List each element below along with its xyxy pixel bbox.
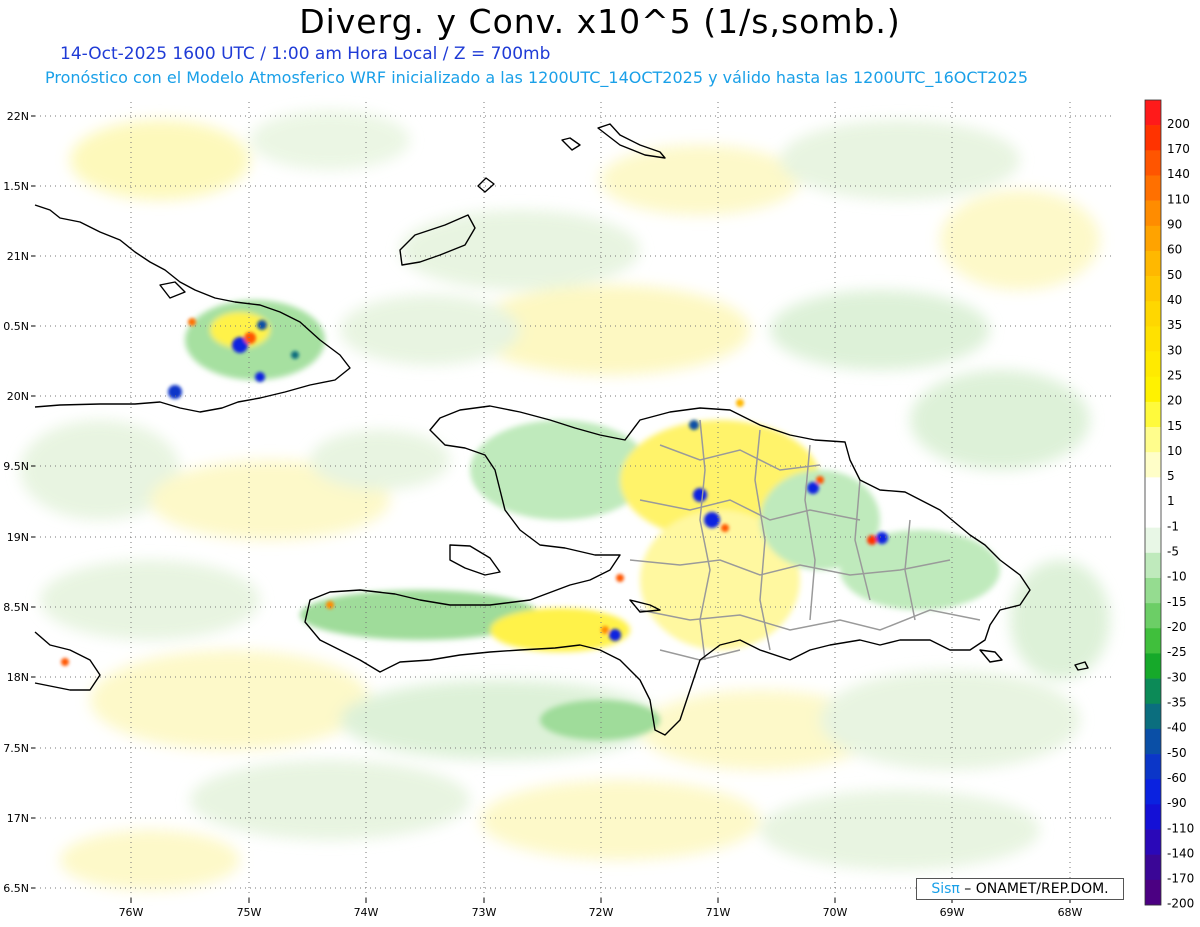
colorbar-label: -30: [1167, 670, 1187, 684]
colorbar-swatch: [1145, 754, 1161, 780]
lon-label: 69W: [940, 906, 965, 919]
colorbar-label: 20: [1167, 394, 1182, 408]
colorbar-label: -10: [1167, 570, 1187, 584]
colorbar-swatch: [1145, 452, 1161, 478]
lat-label: 19N: [7, 531, 29, 544]
colorbar-label: 200: [1167, 117, 1190, 131]
colorbar-label: 170: [1167, 142, 1190, 156]
colorbar-swatch: [1145, 427, 1161, 453]
colorbar-swatch: [1145, 804, 1161, 830]
colorbar-swatch: [1145, 879, 1161, 906]
colorbar-swatch: [1145, 603, 1161, 629]
lon-label: 76W: [119, 906, 144, 919]
colorbar-label: 1: [1167, 494, 1175, 508]
credit-brand: Sisπ: [931, 881, 960, 897]
colorbar-label: -20: [1167, 620, 1187, 634]
colorbar-swatch: [1145, 376, 1161, 403]
lon-label: 72W: [589, 906, 614, 919]
colorbar-swatch: [1145, 829, 1161, 855]
colorbar-label: -50: [1167, 746, 1187, 760]
lat-label: 9.5N: [3, 460, 29, 473]
latitude-labels: 22N 1.5N 21N 0.5N 20N 9.5N 19N 8.5N 18N …: [3, 110, 29, 895]
colorbar-label: -15: [1167, 595, 1187, 609]
colorbar-label: 25: [1167, 368, 1182, 382]
colorbar-swatch: [1145, 854, 1161, 881]
colorbar-label: 90: [1167, 218, 1182, 232]
lat-label: 0.5N: [3, 320, 29, 333]
colorbar-label: -140: [1167, 846, 1194, 860]
colorbar-label: 60: [1167, 243, 1182, 257]
colorbar-swatch: [1145, 351, 1161, 378]
colorbar-label: 10: [1167, 444, 1182, 458]
lat-ticks: [31, 115, 35, 889]
colorbar-label: 40: [1167, 293, 1182, 307]
lon-label: 68W: [1058, 906, 1083, 919]
colorbar-swatch: [1145, 728, 1161, 755]
lon-label: 71W: [706, 906, 731, 919]
colorbar-label: 30: [1167, 343, 1182, 357]
colorbar-label: 140: [1167, 167, 1190, 181]
colorbar-swatch: [1145, 200, 1161, 227]
colorbar-swatch: [1145, 401, 1161, 428]
forecast-subtitle: Pronóstico con el Modelo Atmosferico WRF…: [45, 68, 1029, 87]
divergence-map: 22N 1.5N 21N 0.5N 20N 9.5N 19N 8.5N 18N …: [3, 99, 1194, 919]
lat-label: 8.5N: [3, 601, 29, 614]
lon-label: 73W: [472, 906, 497, 919]
colorbar-swatch: [1145, 150, 1161, 176]
lon-label: 74W: [354, 906, 379, 919]
colorbar-label: -25: [1167, 645, 1187, 659]
lat-label: 21N: [7, 250, 29, 263]
run-time-subtitle: 14-Oct-2025 1600 UTC / 1:00 am Hora Loca…: [60, 44, 551, 64]
colorbar-label: 50: [1167, 268, 1182, 282]
colorbar-label: 5: [1167, 469, 1175, 483]
colorbar-swatch: [1145, 552, 1161, 579]
colorbar-label: -200: [1167, 897, 1194, 911]
colorbar-swatch: [1145, 577, 1161, 604]
colorbar-label: -90: [1167, 796, 1187, 810]
colorbar-label: -5: [1167, 545, 1179, 559]
colorbar: 200 170 140 110 90 60 50 40 35 30 25 20 15 10 5 1 -1 -5 -1…: [1144, 99, 1194, 911]
colorbar-label: -40: [1167, 721, 1187, 735]
colorbar-swatch: [1145, 301, 1161, 327]
colorbar-label: 15: [1167, 419, 1182, 433]
credit-box: Sisπ – ONAMET/REP.DOM.: [916, 878, 1124, 900]
colorbar-label: -110: [1167, 821, 1194, 835]
lat-label: 17N: [7, 812, 29, 825]
longitude-labels: 76W 75W 74W 73W 72W 71W 70W 69W 68W: [119, 906, 1083, 919]
colorbar-swatch: [1145, 527, 1161, 554]
colorbar-label: -170: [1167, 872, 1194, 886]
lat-label: 18N: [7, 671, 29, 684]
colorbar-swatch: [1145, 100, 1161, 126]
credit-text: – ONAMET/REP.DOM.: [959, 881, 1109, 897]
colorbar-swatch: [1145, 125, 1161, 151]
colorbar-swatch: [1145, 678, 1161, 705]
colorbar-swatch: [1145, 477, 1161, 503]
lat-label: 22N: [7, 110, 29, 123]
colorbar-swatch: [1145, 653, 1161, 679]
colorbar-swatch: [1145, 175, 1161, 201]
colorbar-swatch: [1145, 628, 1161, 654]
colorbar-swatch: [1145, 326, 1161, 352]
colorbar-label: 110: [1167, 192, 1190, 206]
colorbar-swatch: [1145, 225, 1161, 252]
lon-label: 70W: [823, 906, 848, 919]
lat-label: 6.5N: [3, 882, 29, 895]
colorbar-label: -60: [1167, 771, 1187, 785]
colorbar-swatch: [1145, 502, 1161, 528]
colorbar-label: 35: [1167, 318, 1182, 332]
lat-label: 20N: [7, 390, 29, 403]
lat-label: 7.5N: [3, 742, 29, 755]
colorbar-swatch: [1145, 779, 1161, 805]
colorbar-label: -1: [1167, 519, 1179, 533]
colorbar-swatch: [1145, 250, 1161, 277]
lon-label: 75W: [237, 906, 262, 919]
colorbar-swatch: [1145, 703, 1161, 730]
map-title: Diverg. y Conv. x10^5 (1/s,somb.): [299, 2, 901, 41]
colorbar-label: -35: [1167, 695, 1187, 709]
lat-label: 1.5N: [3, 180, 29, 193]
colorbar-swatch: [1145, 276, 1161, 302]
